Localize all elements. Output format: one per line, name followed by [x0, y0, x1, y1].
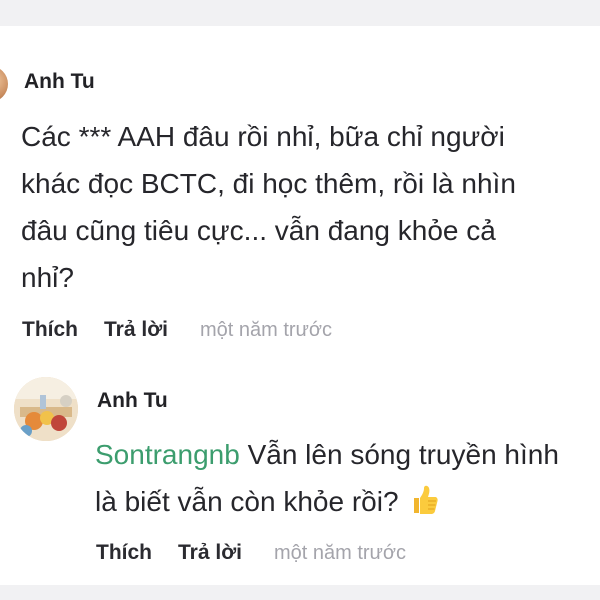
timestamp: một năm trước — [273, 542, 407, 564]
comment-author[interactable]: Anh Tu — [24, 70, 95, 94]
reply-body: Sontrangnb Vẫn lên sóng truyền hình là b… — [95, 431, 559, 525]
avatar[interactable] — [0, 66, 8, 102]
reply-avatar[interactable] — [14, 377, 78, 441]
comment-line: đâu cũng tiêu cực... vẫn đang khỏe cả — [21, 215, 496, 246]
comment-line: khác đọc BCTC, đi học thêm, rồi là nhìn — [21, 168, 516, 199]
like-button[interactable]: Thích — [96, 541, 152, 565]
reply-button[interactable]: Trả lời — [178, 541, 242, 565]
like-button[interactable]: Thích — [22, 318, 78, 342]
mention-link[interactable]: Sontrangnb — [95, 439, 240, 470]
reply-line: Sontrangnb Vẫn lên sóng truyền hình — [95, 431, 559, 478]
reply-button[interactable]: Trả lời — [104, 318, 168, 342]
top-divider — [0, 0, 600, 26]
reply-author[interactable]: Anh Tu — [97, 389, 168, 413]
comment-line: Các *** AAH đâu rồi nhỉ, bữa chỉ người — [21, 121, 505, 152]
comment-body: Các *** AAH đâu rồi nhỉ, bữa chỉ người k… — [21, 113, 516, 301]
bottom-divider — [0, 585, 600, 600]
reply-text: là biết vẫn còn khỏe rồi? — [95, 486, 399, 517]
timestamp: một năm trước — [199, 319, 333, 341]
reply-line: là biết vẫn còn khỏe rồi? — [95, 478, 559, 525]
reply-actions: Thích Trả lời một năm trước — [96, 541, 406, 565]
avatar-photo — [14, 377, 78, 441]
comment-actions: Thích Trả lời một năm trước — [22, 318, 332, 342]
comment-line: nhỉ? — [21, 262, 74, 293]
thumbs-up-icon — [413, 485, 438, 514]
reply-text: Vẫn lên sóng truyền hình — [239, 439, 559, 470]
